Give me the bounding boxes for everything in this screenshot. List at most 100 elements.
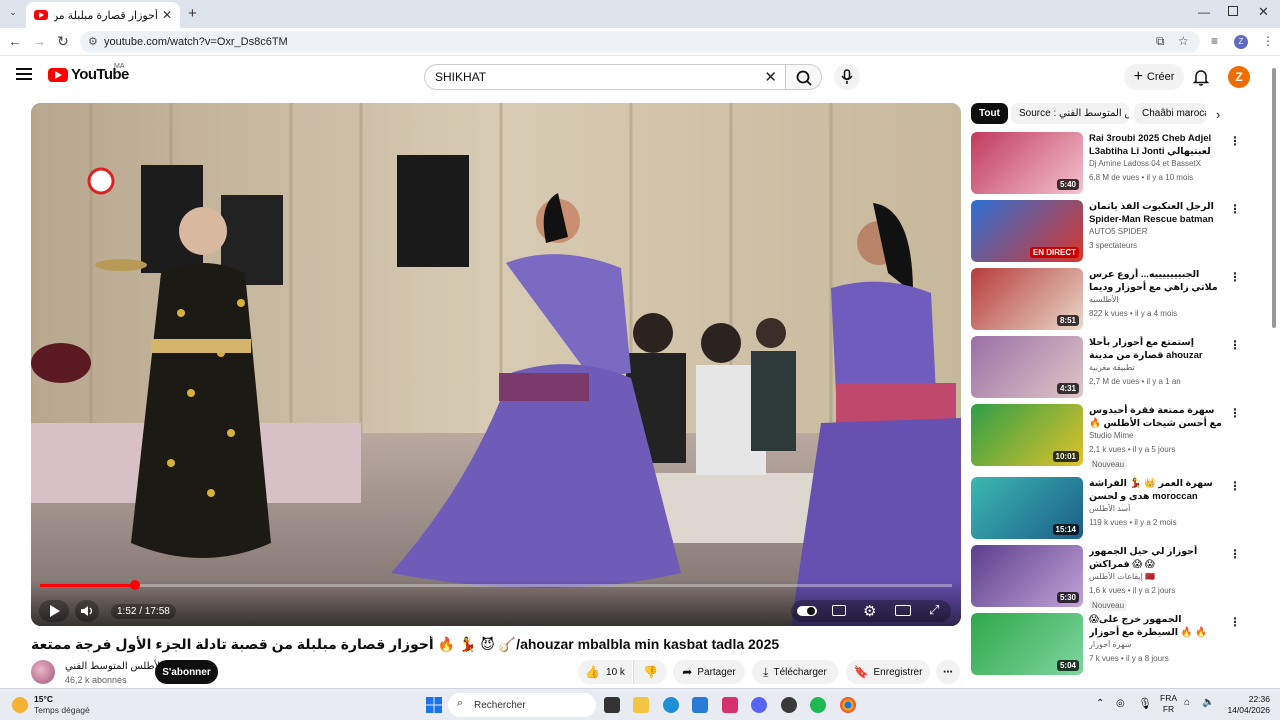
fullscreen-icon[interactable]: ⤢ <box>929 602 939 618</box>
share-button[interactable]: ➦ Partager <box>673 660 745 684</box>
recommendation-title[interactable]: أحوزار لي حيل الجمهور فمراكش 😱 😱 <box>1089 545 1223 571</box>
more-options-icon[interactable]: ⋮ <box>1229 406 1241 420</box>
chip-all[interactable]: Tout <box>971 103 1008 124</box>
recommendation-channel[interactable]: سهرة أحوزار <box>1089 640 1223 649</box>
video-thumbnail[interactable]: 10:01 <box>971 404 1083 466</box>
recommendation-item[interactable]: 4:31 إستمتع مع أحوزار بأحلا قصارة من مدين… <box>971 336 1261 398</box>
close-tab-icon[interactable]: ✕ <box>162 8 172 22</box>
recommendation-item[interactable]: 15:14 سهرة العمر 👑 💃 الفراشة هدى و لحسن m… <box>971 477 1261 539</box>
more-options-icon[interactable]: ⋮ <box>1229 270 1241 284</box>
install-app-icon[interactable]: ⧉ <box>1156 34 1165 49</box>
download-button[interactable]: ⤓ Télécharger <box>752 660 838 684</box>
weather-icon[interactable] <box>12 697 28 713</box>
video-thumbnail[interactable]: 5:04 <box>971 613 1083 675</box>
volume-button[interactable] <box>75 600 99 622</box>
back-icon[interactable]: ← <box>6 33 24 49</box>
video-thumbnail[interactable]: 4:31 <box>971 336 1083 398</box>
channel-name[interactable]: الأطلس المتوسط الفني <box>65 661 163 672</box>
recommendation-channel[interactable]: Dj Amine Ladoss 04 et BassetX <box>1089 159 1223 168</box>
app-icon[interactable] <box>781 697 797 713</box>
subtitles-icon[interactable] <box>832 605 846 616</box>
tray-chevron-icon[interactable]: ⌃ <box>1096 698 1104 709</box>
hamburger-menu-icon[interactable] <box>16 68 32 80</box>
more-options-icon[interactable]: ⋮ <box>1229 479 1241 493</box>
task-view-icon[interactable] <box>604 697 620 713</box>
more-options-icon[interactable]: ⋮ <box>1229 615 1241 629</box>
youtube-logo[interactable]: YouTube MA <box>48 63 129 83</box>
weather-temp[interactable]: 15°C <box>34 694 53 704</box>
edge-icon[interactable] <box>663 697 679 713</box>
start-windows-icon[interactable] <box>426 697 442 713</box>
video-thumbnail[interactable]: 5:40 <box>971 132 1083 194</box>
language-indicator[interactable]: FRA FR <box>1160 693 1177 715</box>
miniplayer-icon[interactable] <box>895 605 911 616</box>
network-icon[interactable]: ⌂ <box>1184 697 1190 708</box>
video-player[interactable]: 1:52 / 17:58 ⚙ ⤢ <box>31 103 961 626</box>
profile-avatar-icon[interactable]: Z <box>1234 35 1248 49</box>
media-controls-icon[interactable]: ≡ <box>1211 34 1218 48</box>
clear-search-icon[interactable]: ✕ <box>764 68 777 86</box>
discord-icon[interactable] <box>751 697 767 713</box>
recommendation-channel[interactable]: AUTO5 SPIDER <box>1089 227 1223 236</box>
channel-avatar[interactable] <box>31 660 55 684</box>
site-info-icon[interactable]: ⚙ <box>88 35 98 48</box>
recommendation-title[interactable]: سهرة العمر 👑 💃 الفراشة هدى و لحسن morocc… <box>1089 477 1223 503</box>
taskbar-search[interactable]: ⌕ Rechercher <box>448 693 596 717</box>
bookmark-star-icon[interactable]: ☆ <box>1178 34 1189 48</box>
url-field[interactable]: ⚙ youtube.com/watch?v=Oxr_Ds8c6TM <box>80 31 1200 53</box>
video-thumbnail[interactable]: 5:30 <box>971 545 1083 607</box>
speaker-icon[interactable]: 🔈 <box>1202 697 1214 708</box>
recommendation-title[interactable]: إستمتع مع أحوزار بأحلا قصارة من مدينة ah… <box>1089 336 1223 362</box>
reload-icon[interactable]: ↻ <box>54 33 72 50</box>
recommendation-channel[interactable]: إيقاعات الأطلس 🇲🇦 <box>1089 572 1223 581</box>
more-options-icon[interactable]: ⋮ <box>1229 547 1241 561</box>
subscribe-button[interactable]: S'abonner <box>155 660 218 684</box>
search-button[interactable] <box>786 64 822 90</box>
voice-search-button[interactable] <box>834 64 860 90</box>
video-thumbnail[interactable]: EN DIRECT <box>971 200 1083 262</box>
progress-bar[interactable] <box>40 580 952 590</box>
recommendation-item[interactable]: 8:51 الجبيييييييه... أروع عرس ملاتي زاهي … <box>971 268 1261 330</box>
page-scrollbar[interactable] <box>1271 60 1277 686</box>
recommendation-channel[interactable]: Studio Mime <box>1089 431 1223 440</box>
browser-tab[interactable]: أحوزار قصارة مبلبلة من قصبة تادلة الجزء … <box>26 2 180 28</box>
maximize-icon[interactable] <box>1228 6 1238 16</box>
taskbar-clock[interactable]: 22:36 14/04/2026 <box>1222 694 1270 716</box>
chrome-icon[interactable] <box>840 697 856 713</box>
recommendation-title[interactable]: Rai 3roubi 2025 Cheb Adjel L3abtiha Li J… <box>1089 132 1223 158</box>
play-button[interactable] <box>39 600 69 622</box>
tab-list-icon[interactable]: ⌄ <box>6 7 20 21</box>
file-explorer-icon[interactable] <box>633 697 649 713</box>
chevron-right-icon[interactable]: › <box>1216 107 1220 122</box>
recommendation-title[interactable]: الرجل العنكبوت الفذ باتمان Spider-Man Re… <box>1089 200 1223 226</box>
new-tab-icon[interactable]: + <box>188 5 197 22</box>
search-input[interactable]: SHIKHAT ✕ <box>424 64 786 90</box>
more-options-icon[interactable]: ⋮ <box>1229 202 1241 216</box>
recommendation-title[interactable]: 😱الجمهور خرج على السيطرة مع أحوزار 🔥 🔥 <box>1089 613 1223 639</box>
settings-gear-icon[interactable]: ⚙ <box>863 602 876 620</box>
like-button[interactable]: 👍 10 k <box>578 660 632 684</box>
recommendation-item[interactable]: 5:40 Rai 3roubi 2025 Cheb Adjel L3abtiha … <box>971 132 1261 194</box>
more-actions-icon[interactable]: ⋯ <box>936 660 960 684</box>
scrollbar-thumb[interactable] <box>1272 68 1276 328</box>
progress-scrubber[interactable] <box>129 580 140 590</box>
video-thumbnail[interactable]: 8:51 <box>971 268 1083 330</box>
tray-app-icon[interactable]: ◎ <box>1116 698 1125 709</box>
save-button[interactable]: 🔖 Enregistrer <box>846 660 930 684</box>
more-options-icon[interactable]: ⋮ <box>1229 338 1241 352</box>
store-icon[interactable] <box>692 697 708 713</box>
chip-chaabi[interactable]: Chaâbi maroca <box>1134 103 1206 124</box>
chrome-menu-icon[interactable]: ⋮ <box>1262 34 1274 48</box>
dislike-button[interactable]: 👎 <box>633 660 667 684</box>
spotify-icon[interactable] <box>810 697 826 713</box>
video-thumbnail[interactable]: 15:14 <box>971 477 1083 539</box>
recommendation-channel[interactable]: الأطلسيه <box>1089 295 1223 304</box>
chip-source[interactable]: Source : الأطلس المتوسط الفني <box>1011 103 1129 124</box>
create-button[interactable]: + Créer <box>1124 64 1184 90</box>
recommendation-title[interactable]: الجبيييييييه... أروع عرس ملاتي زاهي مع أ… <box>1089 268 1223 294</box>
forward-icon[interactable]: → <box>30 33 48 49</box>
recommendation-channel[interactable]: أسد الأطلس <box>1089 504 1223 513</box>
recommendation-channel[interactable]: تطبيقة مغربية <box>1089 363 1223 372</box>
recommendation-item[interactable]: 10:01 سهرة ممتعة فقرة أحيدوس مع أحسن شيخا… <box>971 404 1261 470</box>
recommendation-item[interactable]: 5:04 😱الجمهور خرج على السيطرة مع أحوزار 🔥… <box>971 613 1261 675</box>
